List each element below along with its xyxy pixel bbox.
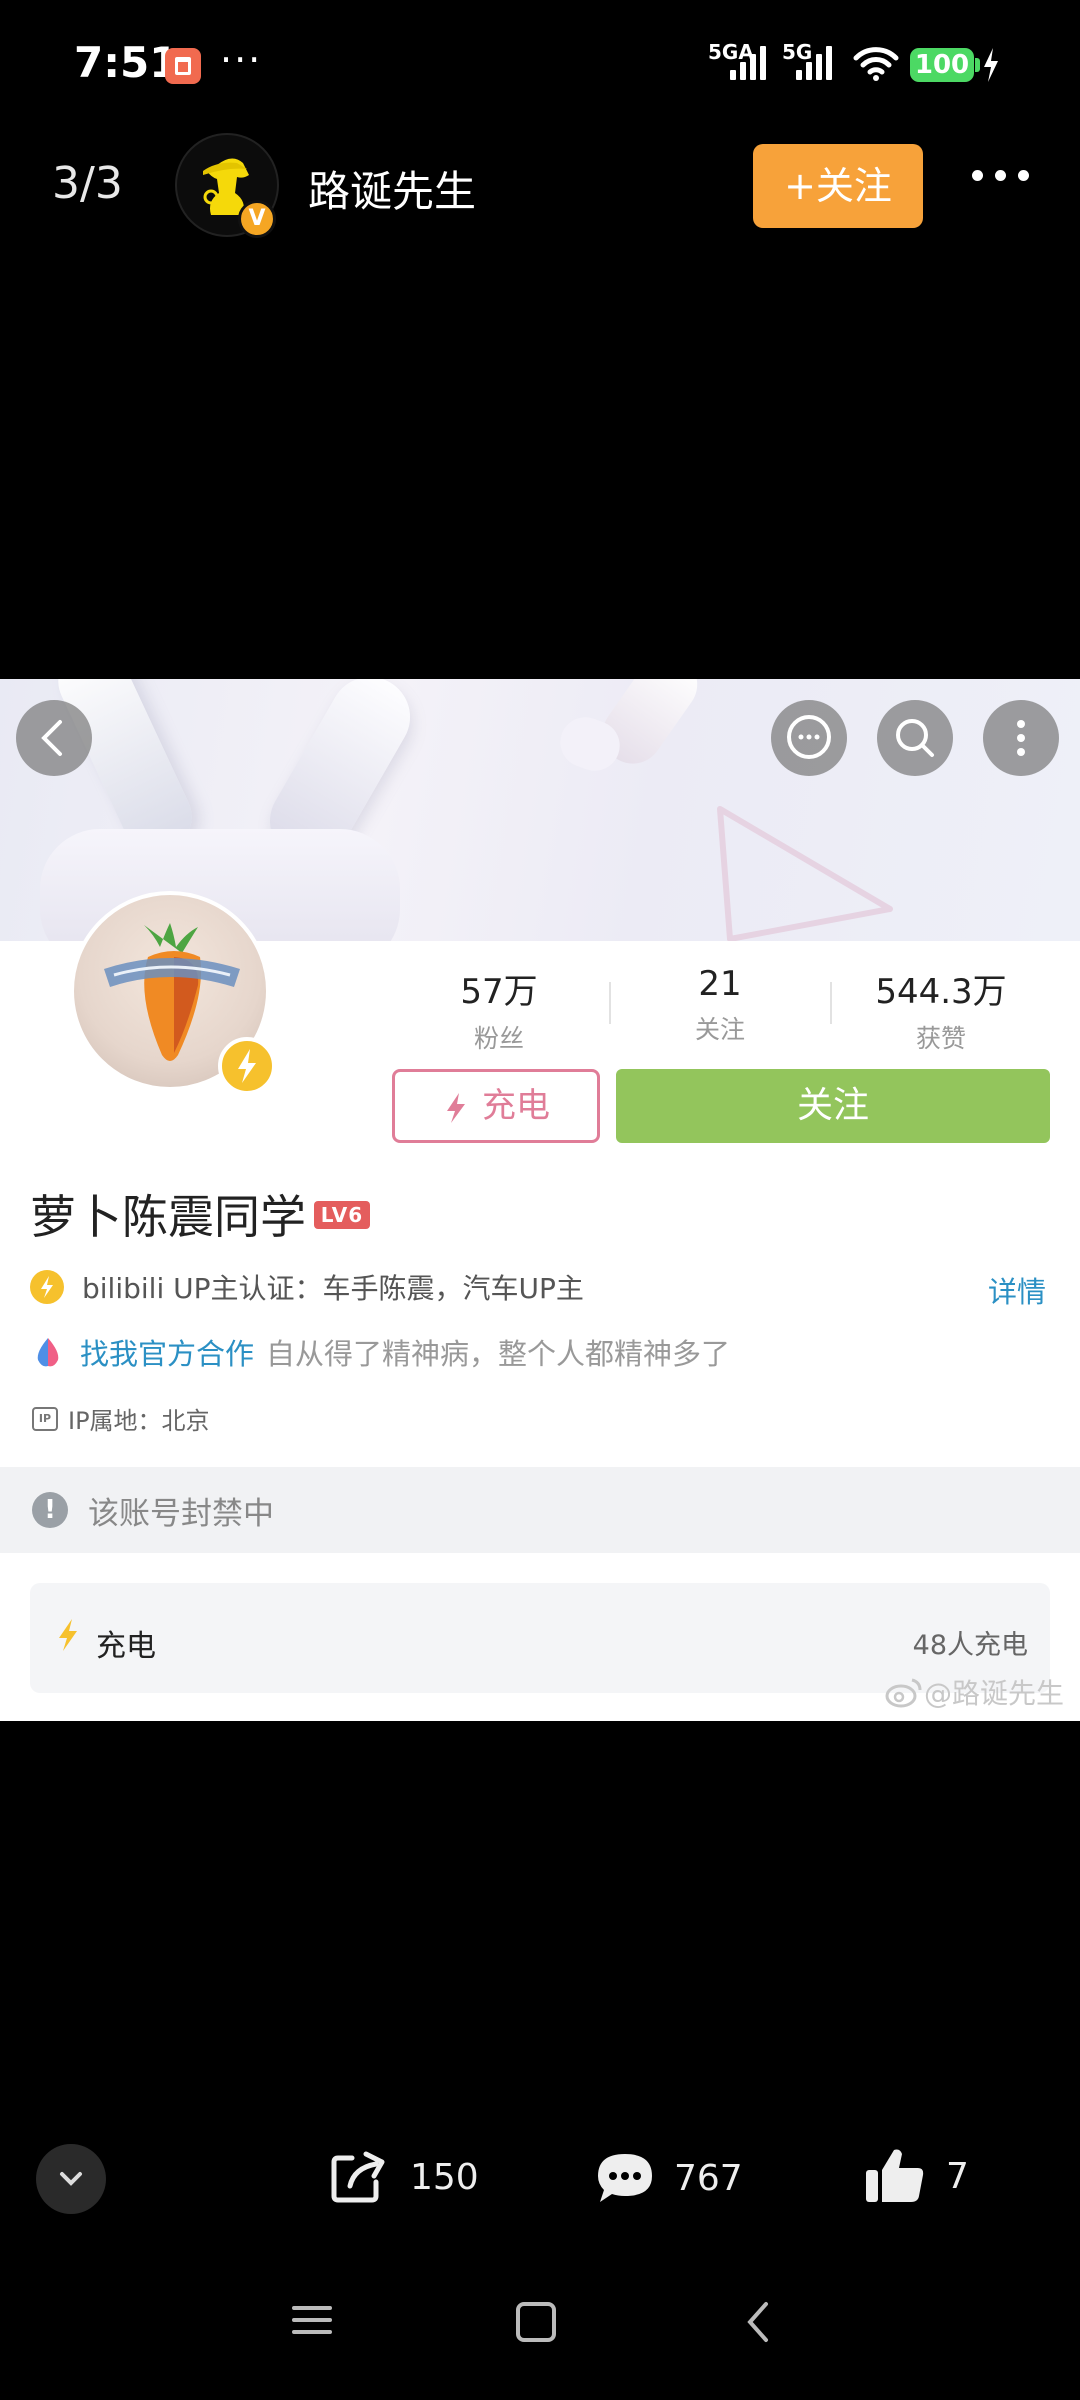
ip-location-text: IP属地：北京 [68,1407,210,1435]
home-nav-icon[interactable] [514,2300,558,2344]
status-time: 7:51 [74,38,179,87]
battery-cap [975,58,980,72]
charge-badge [218,1037,276,1095]
cooperation-row: 找我官方合作 自从得了精神病，整个人都精神多了 [34,1331,730,1373]
comment-count: 767 [674,2157,743,2199]
ip-location-row: IP IP属地：北京 [32,1401,210,1436]
stat-likes[interactable]: 544.3万 获赞 [841,964,1041,1055]
poster-name[interactable]: 路诞先生 [308,158,476,219]
stat-fans[interactable]: 57万 粉丝 [399,964,599,1055]
comment-action[interactable]: 767 [594,2150,743,2206]
thumbs-up-icon [866,2149,924,2202]
lightning-icon [59,1619,77,1651]
back-nav-icon[interactable] [742,2300,774,2344]
weibo-logo-icon [885,1678,922,1708]
profile-name: 萝卜陈震同学 [30,1190,306,1244]
share-action[interactable]: 150 [330,2150,479,2204]
more-options-icon[interactable] [972,170,1029,181]
verified-badge: V [238,200,276,238]
signal-icon-1 [730,44,766,80]
battery-indicator: 100 [910,48,974,82]
notification-app-icon [165,48,201,84]
chat-bubble-icon [787,715,831,759]
charge-button[interactable]: 充电 [392,1069,600,1143]
share-icon [331,2151,385,2203]
charge-panel-label: 充电 [96,1629,156,1664]
back-button[interactable] [16,700,92,776]
like-count: 7 [946,2155,969,2197]
chevron-down-icon [60,2172,82,2186]
ip-badge-icon: IP [32,1406,58,1431]
search-button[interactable] [877,700,953,776]
image-counter: 3/3 [52,158,123,209]
likes-count: 544.3万 [875,972,1007,1012]
certification-row: bilibili UP主认证：车手陈震，汽车UP主 [30,1267,584,1307]
fans-label: 粉丝 [473,1024,524,1053]
weibo-watermark: @路诞先生 [884,1672,1064,1712]
status-more-icon: ··· [220,38,263,82]
fans-count: 57万 [460,972,538,1012]
profile-screenshot[interactable]: 57万 粉丝 21 关注 544.3万 获赞 充电 关注 萝卜陈震同学 LV6 … [0,679,1080,1721]
charging-bolt-icon [984,48,998,82]
chevron-left-icon [41,720,62,756]
share-count: 150 [410,2156,479,2198]
charge-button-label: 充电 [482,1086,550,1126]
official-cooperation-link[interactable]: 找我官方合作 [80,1331,254,1373]
bili-follow-button[interactable]: 关注 [616,1069,1050,1143]
ban-notice-text: 该账号封禁中 [88,1495,274,1532]
vertical-dots-icon [1017,720,1025,756]
certification-text: bilibili UP主认证：车手陈震，汽车UP主 [82,1272,584,1305]
message-button[interactable] [771,700,847,776]
charge-count: 48人充电 [912,1630,1028,1661]
search-icon [896,719,934,757]
following-label: 关注 [694,1015,745,1044]
stat-divider [609,982,611,1024]
wifi-icon [853,47,899,81]
like-action[interactable]: 7 [864,2146,969,2206]
menu-nav-icon[interactable] [290,2300,334,2340]
stat-divider [830,982,832,1024]
bio-text: 自从得了精神病，整个人都精神多了 [266,1337,731,1371]
watermark-text: @路诞先生 [924,1677,1065,1710]
ban-notice: ! 该账号封禁中 [0,1467,1080,1553]
lightning-icon [447,1092,465,1123]
following-count: 21 [698,964,742,1004]
exclamation-icon: ! [32,1492,68,1528]
stat-following[interactable]: 21 关注 [620,964,820,1046]
comment-icon [598,2154,652,2202]
lightning-icon [238,1049,256,1083]
signal-icon-2 [796,44,832,80]
drop-logo-icon [37,1338,59,1367]
details-link[interactable]: 详情 [988,1269,1046,1311]
collapse-button[interactable] [36,2144,106,2214]
level-badge: LV6 [314,1201,370,1229]
follow-button[interactable]: +关注 [753,144,923,228]
lightning-badge-icon [30,1270,64,1304]
likes-label: 获赞 [915,1024,966,1053]
menu-button[interactable] [983,700,1059,776]
